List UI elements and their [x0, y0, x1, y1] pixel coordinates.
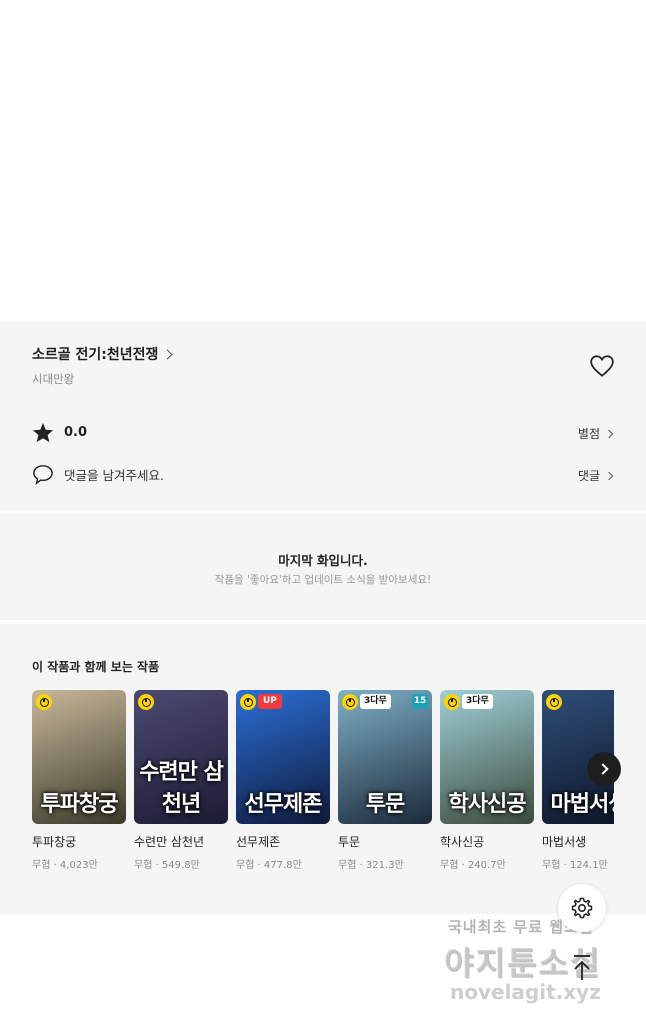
scroll-top-button[interactable]	[568, 952, 596, 984]
comment-link-label: 댓글	[577, 469, 600, 483]
chevron-right-icon	[162, 349, 173, 359]
last-episode-notice: 마지막 화입니다. 작품을 '좋아요'하고 업데이트 소식을 받아보세요!	[0, 514, 646, 620]
cover-thumbnail: 투파창궁	[32, 690, 126, 824]
card-title: 선무제존	[236, 835, 281, 849]
card-title: 마법서생	[542, 835, 587, 849]
last-episode-subtitle: 작품을 '좋아요'하고 업데이트 소식을 받아보세요!	[214, 574, 432, 586]
rating-row: 0.0	[32, 422, 87, 443]
cover-thumbnail: 선무제존 UP	[236, 690, 330, 824]
chevron-right-icon	[604, 471, 614, 480]
comment-prompt: 댓글을 남겨주세요.	[64, 468, 164, 483]
chevron-right-icon	[596, 763, 609, 775]
wait-free-clock-icon	[138, 694, 154, 710]
cover-title-art: 마법서생	[550, 791, 614, 817]
cover-thumbnail: 학사신공 3다무	[440, 690, 534, 824]
recommendations-heading: 이 작품과 함께 보는 작품	[32, 660, 160, 674]
chevron-right-icon	[604, 429, 614, 438]
card-title: 투문	[338, 835, 361, 849]
cover-title-art: 투파창궁	[40, 791, 119, 817]
recommendation-card[interactable]: 학사신공 3다무학사신공무협 · 240.7만	[440, 690, 534, 871]
heart-icon[interactable]	[589, 354, 615, 378]
recommendation-card[interactable]: 수련만 삼천년 수련만 삼천년 무협 · 549.8만	[134, 690, 228, 871]
cover-title-art: 투문	[365, 791, 405, 817]
settings-button[interactable]	[558, 884, 606, 932]
card-genre-views: 무협 · 477.8만	[236, 860, 302, 871]
comment-prompt-row[interactable]: 댓글을 남겨주세요.	[32, 464, 164, 485]
card-title: 투파창궁	[32, 835, 77, 849]
work-info-panel: 소르골 전기:천년전쟁 시대만왕 0.0 별점 댓글을 남겨주세요. 댓글	[0, 322, 646, 510]
cover-thumbnail: 수련만 삼천년	[134, 690, 228, 824]
work-title: 소르골 전기:천년전쟁	[32, 347, 159, 363]
carousel-next-button[interactable]	[587, 752, 621, 786]
star-icon	[32, 422, 54, 443]
arrow-up-icon	[574, 955, 590, 980]
recommendation-card[interactable]: 투파창궁 투파창궁 무협 · 4,023만	[32, 690, 126, 871]
last-episode-title: 마지막 화입니다.	[278, 553, 368, 568]
recommendations-section: 이 작품과 함께 보는 작품 투파창궁 투파창궁 무협 · 4,023만 수련만 삼천…	[0, 624, 646, 914]
work-title-link[interactable]: 소르골 전기:천년전쟁	[32, 344, 173, 364]
comment-link[interactable]: 댓글	[577, 467, 614, 484]
card-genre-views: 무협 · 549.8만	[134, 860, 200, 871]
card-genre-views: 무협 · 4,023만	[32, 860, 98, 871]
wait-free-clock-icon	[546, 694, 562, 710]
age-rating-badge: 15	[412, 694, 428, 709]
promo-badge: 3다무	[462, 694, 493, 709]
recommendation-card[interactable]: 선무제존 UP 선무제존무협 · 477.8만	[236, 690, 330, 871]
wait-free-clock-icon	[36, 694, 52, 710]
cover-title-art: 학사신공	[448, 791, 527, 817]
rating-link[interactable]: 별점	[577, 425, 614, 442]
card-genre-views: 무협 · 124.1만	[542, 860, 608, 871]
wait-free-clock-icon	[342, 694, 358, 710]
cover-thumbnail: 투문 3다무 15	[338, 690, 432, 824]
wait-free-clock-icon	[444, 694, 460, 710]
update-badge: UP	[258, 694, 282, 709]
recommendation-card[interactable]: 투문 3다무 15 투문무협 · 321.3만	[338, 690, 432, 871]
card-title: 수련만 삼천년	[134, 835, 205, 849]
cover-title-art: 선무제존	[244, 791, 323, 817]
wait-free-clock-icon	[240, 694, 256, 710]
card-genre-views: 무협 · 240.7만	[440, 860, 506, 871]
cover-title-art: 수련만 삼천년	[139, 759, 224, 817]
gear-icon	[571, 897, 593, 919]
viewer-blank-area	[0, 0, 646, 322]
rating-value: 0.0	[64, 425, 88, 440]
speech-bubble-icon	[33, 465, 53, 485]
rating-link-label: 별점	[577, 427, 600, 441]
card-title: 학사신공	[440, 835, 485, 849]
watermark: 국내최초 무료 웹소설 야지툰소설 novelagit.xyz	[440, 916, 630, 1016]
work-author: 시대만왕	[32, 372, 75, 386]
recommendations-carousel[interactable]: 투파창궁 투파창궁 무협 · 4,023만 수련만 삼천년 수련만 삼천년 무협 · 54…	[32, 690, 614, 880]
promo-badge: 3다무	[360, 694, 391, 709]
card-genre-views: 무협 · 321.3만	[338, 860, 404, 871]
